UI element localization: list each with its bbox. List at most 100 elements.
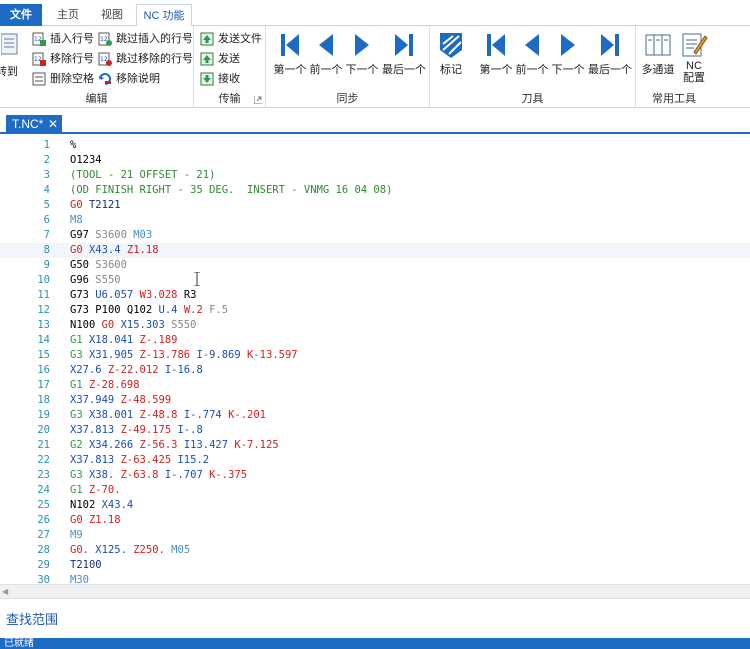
code-token: M8 [70, 214, 83, 226]
code-line[interactable]: 8 G0 X43.4 Z1.18 [0, 243, 750, 258]
multichannel-button[interactable]: 多通道 [640, 30, 676, 82]
code-line[interactable]: 15 G3 X31.905 Z-13.786 I-9.869 K-13.597 [0, 348, 750, 363]
close-icon[interactable]: ✕ [48, 115, 58, 134]
tool-previous-button[interactable]: 前一个 [512, 30, 552, 82]
tool-last-button[interactable]: 最后一个 [586, 30, 634, 82]
code-token: I13.427 [183, 439, 235, 451]
code-line[interactable]: 22 X37.813 Z-63.425 I15.2 [0, 453, 750, 468]
line-number: 12 [37, 304, 50, 316]
code-line[interactable]: 7 G97 S3600 M03 [0, 228, 750, 243]
sync-last-button[interactable]: 最后一个 [380, 30, 428, 82]
common-tools-group-label: 常用工具 [652, 93, 696, 105]
code-line[interactable]: 14 G1 X18.041 Z-.189 [0, 333, 750, 348]
tab-nc-functions[interactable]: NC 功能 [136, 4, 192, 27]
code-line[interactable]: 17 G1 Z-28.698 [0, 378, 750, 393]
sync-group-label: 同步 [336, 93, 359, 105]
code-line[interactable]: 16 X27.6 Z-22.012 I-16.8 [0, 363, 750, 378]
code-line[interactable]: 29 T2100 [0, 558, 750, 573]
code-line[interactable]: 26 G0 Z1.18 [0, 513, 750, 528]
receive-button[interactable]: 接收 [200, 70, 240, 88]
code-line[interactable]: 6 M8 [0, 213, 750, 228]
skip-remove-line-number-button[interactable]: 12 跳过移除的行号 [98, 50, 193, 68]
line-number: 21 [37, 439, 50, 451]
tab-home[interactable]: 主页 [50, 4, 86, 26]
line-number: 2 [43, 154, 50, 166]
document-tab[interactable]: T.NC* ✕ [6, 115, 62, 134]
sync-next-button[interactable]: 下一个 [342, 30, 382, 82]
tool-first-button[interactable]: 第一个 [476, 30, 516, 82]
skip-insert-line-number-button[interactable]: 12 跳过插入的行号 [98, 30, 193, 48]
line-number: 13 [37, 319, 50, 331]
code-line[interactable]: 20 X37.813 Z-49.175 I-.8 [0, 423, 750, 438]
tool-mark-button[interactable]: 标记 [436, 30, 466, 82]
code-token: I-16.8 [164, 364, 203, 376]
line-number: 23 [37, 469, 50, 481]
code-text: (TOOL - 21 OFFSET - 21) [70, 168, 215, 183]
line-number: 25 [37, 499, 50, 511]
sync-next-label: 下一个 [345, 64, 379, 76]
code-text: M30 [70, 573, 89, 584]
nc-config-button[interactable]: NC 配置 [678, 30, 710, 84]
insert-line-number-button[interactable]: 12 插入行号 [32, 30, 94, 48]
code-text: G73 P100 Q102 U.4 W.2 F.5 [70, 303, 228, 318]
remove-line-number-button[interactable]: 12 移除行号 [32, 50, 94, 68]
remove-spaces-button[interactable]: 删除空格 [32, 70, 94, 88]
code-line[interactable]: 1% [0, 138, 750, 153]
code-text: G96 S550 [70, 273, 121, 288]
ribbon-tab-bar: 文件 主页 视图 NC 功能 [0, 0, 750, 27]
tab-view[interactable]: 视图 [92, 4, 132, 26]
code-line[interactable]: 21 G2 X34.266 Z-56.3 I13.427 K-7.125 [0, 438, 750, 453]
code-token: S550 [95, 274, 121, 286]
sync-previous-button[interactable]: 前一个 [306, 30, 346, 82]
remove-comments-button[interactable]: 移除说明 [98, 70, 160, 88]
horizontal-scrollbar[interactable]: ◀ [0, 584, 750, 598]
dialog-launcher-icon[interactable] [254, 96, 262, 104]
code-line[interactable]: 27 M9 [0, 528, 750, 543]
send-button[interactable]: 发送 [200, 50, 240, 68]
code-token: Z250. [133, 544, 172, 556]
code-line[interactable]: 23 G3 X38. Z-63.8 I-.707 K-.375 [0, 468, 750, 483]
code-line[interactable]: 12 G73 P100 Q102 U.4 W.2 F.5 [0, 303, 750, 318]
code-line[interactable]: 19 G3 X38.001 Z-48.8 I-.774 K-.201 [0, 408, 750, 423]
code-text: G1 Z-70. [70, 483, 121, 498]
line-number: 22 [37, 454, 50, 466]
code-line[interactable]: 9 G50 S3600 [0, 258, 750, 273]
code-editor[interactable]: 1% 2 O1234 3 (TOOL - 21 OFFSET - 21) 4 (OD FIN… [0, 136, 750, 584]
code-token: T2100 [70, 559, 102, 571]
tool-next-button[interactable]: 下一个 [548, 30, 588, 82]
code-line[interactable]: 28 G0. X125. Z250. M05 [0, 543, 750, 558]
send-file-button[interactable]: 发送文件 [200, 30, 262, 48]
sync-first-button[interactable]: 第一个 [270, 30, 310, 82]
scroll-left-icon[interactable]: ◀ [2, 587, 12, 597]
code-token: I-.8 [177, 424, 203, 436]
tool-previous-label: 前一个 [515, 64, 549, 76]
multichannel-icon [645, 34, 671, 56]
code-token: X37.813 [70, 454, 121, 466]
code-text: X37.813 Z-49.175 I-.8 [70, 423, 203, 438]
code-line[interactable]: 11 G73 U6.057 W3.028 R3 [0, 288, 750, 303]
code-line[interactable]: 2 O1234 [0, 153, 750, 168]
code-line[interactable]: 10 G96 S550 [0, 273, 750, 288]
code-token: M05 [171, 544, 191, 556]
code-text: N102 X43.4 [70, 498, 133, 513]
tab-file[interactable]: 文件 [0, 4, 42, 26]
code-line[interactable]: 24 G1 Z-70. [0, 483, 750, 498]
code-token: I-9.869 [196, 349, 248, 361]
code-token: G0 [70, 244, 89, 256]
goto-button[interactable]: 转到 [0, 32, 20, 84]
skip-insert-line-number-label: 跳过插入的行号 [116, 33, 193, 45]
code-line[interactable]: 30 M30 [0, 573, 750, 584]
code-line[interactable]: 25 N102 X43.4 [0, 498, 750, 513]
code-token: G0 [70, 514, 89, 526]
code-token: K-7.125 [234, 439, 279, 451]
code-line[interactable]: 13 N100 G0 X15.303 S550 [0, 318, 750, 333]
send-icon [200, 52, 214, 66]
code-text: X37.949 Z-48.599 [70, 393, 171, 408]
code-line[interactable]: 4 (OD FINISH RIGHT - 35 DEG. INSERT - VNM… [0, 183, 750, 198]
goto-icon [1, 33, 18, 55]
code-token: U6.057 [95, 289, 140, 301]
code-text: O1234 [70, 153, 102, 168]
code-line[interactable]: 3 (TOOL - 21 OFFSET - 21) [0, 168, 750, 183]
code-line[interactable]: 18 X37.949 Z-48.599 [0, 393, 750, 408]
code-line[interactable]: 5 G0 T2121 [0, 198, 750, 213]
